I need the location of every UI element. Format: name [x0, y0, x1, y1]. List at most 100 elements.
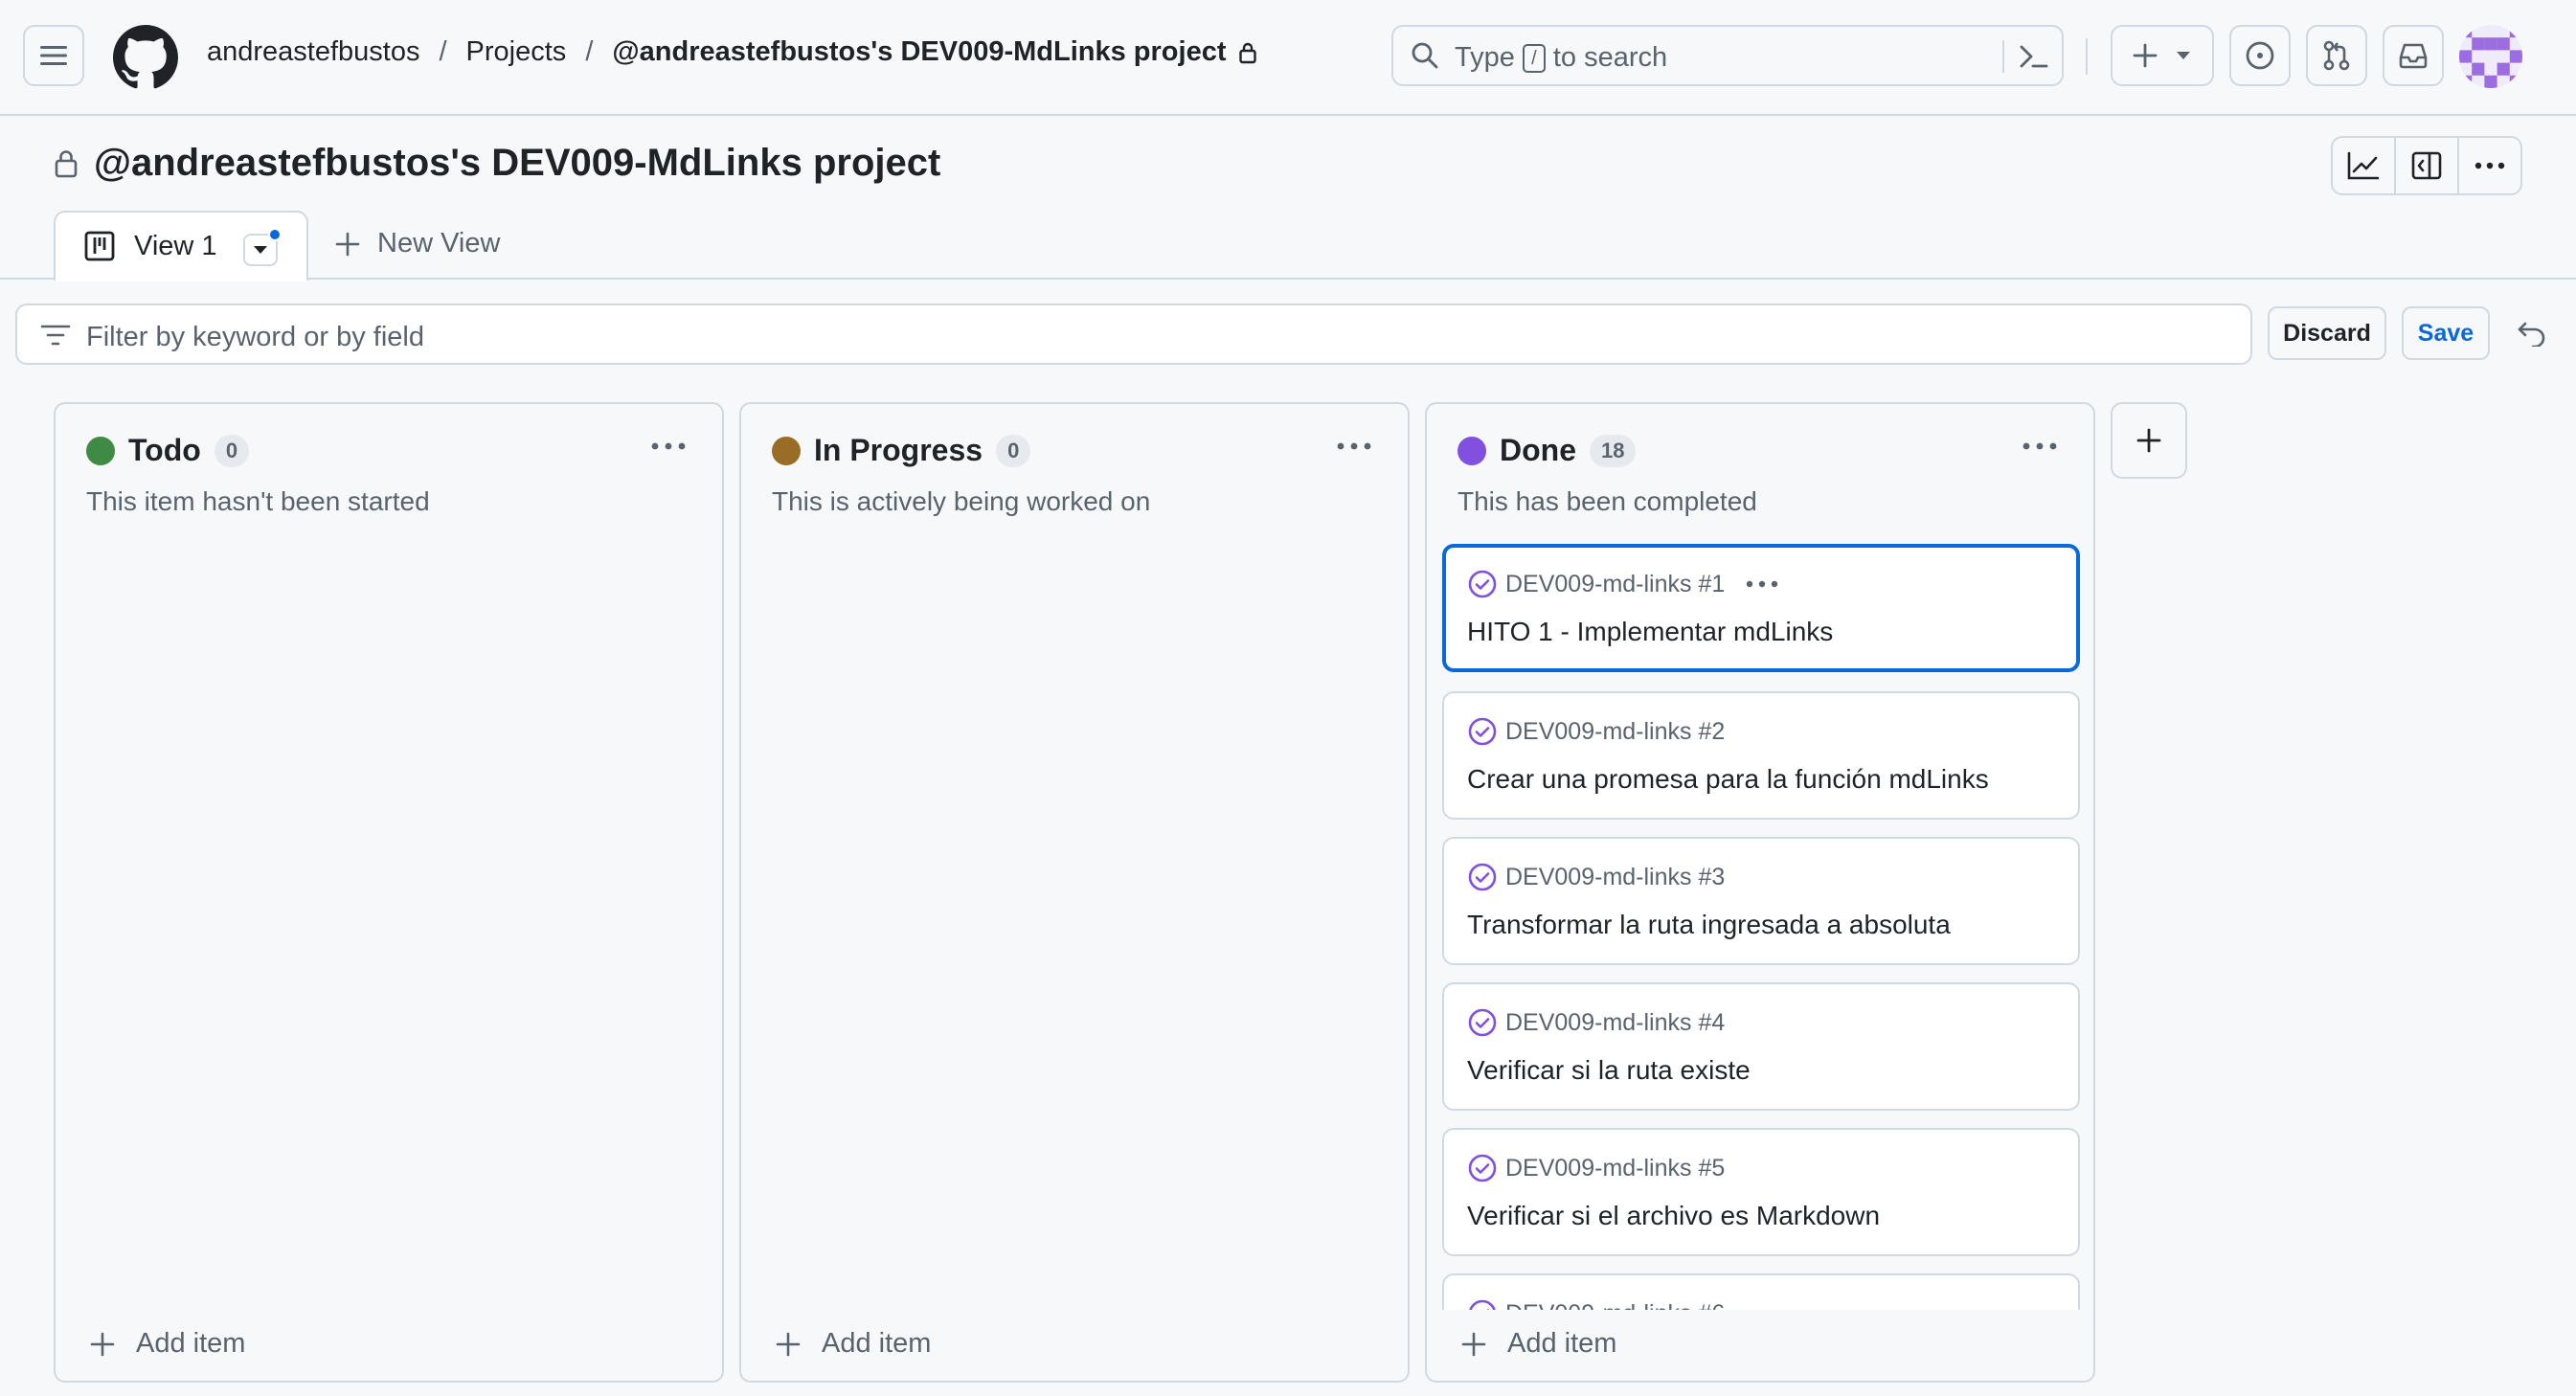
- status-color-dot: [1457, 436, 1486, 465]
- issue-card[interactable]: DEV009-md-links #4 Verificar si la ruta …: [1442, 982, 2080, 1111]
- card-reference[interactable]: DEV009-md-links #3: [1505, 864, 1725, 891]
- card-meta: DEV009-md-links #4: [1467, 1007, 1725, 1038]
- tab-view-1[interactable]: View 1: [54, 211, 308, 281]
- add-item-button[interactable]: Add item: [90, 1328, 245, 1360]
- divider: [2002, 40, 2004, 73]
- card-meta: DEV009-md-links #1: [1467, 569, 1778, 599]
- column-title: Done: [1500, 433, 1576, 467]
- column-header: Todo 0: [86, 433, 250, 468]
- github-logo-icon[interactable]: [113, 25, 178, 90]
- search-placeholder: Type / to search: [1455, 42, 1667, 74]
- plus-icon: [335, 232, 360, 256]
- column-description: This has been completed: [1457, 486, 1757, 516]
- add-item-button[interactable]: Add item: [776, 1328, 931, 1360]
- filter-placeholder: Filter by keyword or by field: [86, 322, 424, 352]
- page-title: @andreastefbustos's DEV009-MdLinks proje…: [94, 142, 941, 184]
- issue-card[interactable]: DEV009-md-links #3 Transformar la ruta i…: [1442, 837, 2080, 965]
- card-title[interactable]: Verificar si la ruta existe: [1467, 1055, 1751, 1086]
- card-reference[interactable]: DEV009-md-links #1: [1505, 571, 1725, 598]
- plus-icon: [2136, 428, 2161, 453]
- card-reference[interactable]: DEV009-md-links #6: [1505, 1300, 1725, 1311]
- card-title[interactable]: Crear una promesa para la función mdLink…: [1467, 764, 1989, 795]
- sidebar-icon: [2411, 151, 2442, 180]
- card-title[interactable]: Transformar la ruta ingresada a absoluta: [1467, 910, 1951, 940]
- search-shortcut-key: /: [1522, 43, 1546, 73]
- pull-requests-button[interactable]: [2306, 25, 2367, 86]
- column-description: This item hasn't been started: [86, 486, 430, 516]
- card-title[interactable]: Verificar si el archivo es Markdown: [1467, 1201, 1880, 1231]
- insights-button[interactable]: [2333, 138, 2396, 193]
- new-view-label: New View: [377, 228, 501, 259]
- graph-icon: [2347, 151, 2380, 180]
- status-color-dot: [772, 436, 801, 465]
- issue-card[interactable]: DEV009-md-links #1 HITO 1 - Implementar …: [1442, 544, 2080, 672]
- breadcrumb-owner[interactable]: andreastefbustos: [207, 36, 419, 68]
- add-item-label: Add item: [822, 1328, 932, 1359]
- card-reference[interactable]: DEV009-md-links #5: [1505, 1155, 1725, 1182]
- filter-icon: [40, 325, 71, 346]
- column-menu-icon[interactable]: [2022, 442, 2057, 450]
- column-header: Done 18: [1457, 433, 1637, 468]
- inbox-icon: [2399, 43, 2428, 69]
- caret-down-icon: [2177, 52, 2190, 59]
- divider: [2086, 38, 2088, 75]
- more-options-button[interactable]: [2459, 138, 2520, 193]
- card-menu-icon[interactable]: [1746, 580, 1778, 588]
- column-count-badge: 0: [996, 434, 1031, 467]
- hamburger-menu-button[interactable]: [23, 25, 84, 86]
- side-panel-button[interactable]: [2396, 138, 2459, 193]
- breadcrumb-projects[interactable]: Projects: [466, 36, 567, 68]
- filter-input[interactable]: Filter by keyword or by field: [15, 304, 2252, 365]
- card-meta: DEV009-md-links #6: [1467, 1298, 1725, 1310]
- save-button[interactable]: Save: [2402, 306, 2490, 360]
- column-todo: Todo 0 This item hasn't been started Add…: [54, 402, 724, 1383]
- lock-icon: [55, 149, 78, 177]
- command-palette-icon[interactable]: [2018, 43, 2048, 70]
- undo-icon[interactable]: [2517, 320, 2547, 347]
- issues-button[interactable]: [2229, 25, 2291, 86]
- inbox-button[interactable]: [2383, 25, 2444, 86]
- tab-view-1-label: View 1: [134, 230, 217, 261]
- status-color-dot: [86, 436, 115, 465]
- issue-card[interactable]: DEV009-md-links #6: [1442, 1273, 2080, 1310]
- triangle-down-icon: [254, 246, 267, 254]
- create-new-button[interactable]: [2111, 25, 2214, 86]
- lock-icon: [1238, 42, 1256, 63]
- pull-request-icon: [2323, 40, 2350, 71]
- breadcrumb-project[interactable]: @andreastefbustos's DEV009-MdLinks proje…: [612, 36, 1226, 68]
- card-list: DEV009-md-links #1 HITO 1 - Implementar …: [1442, 544, 2080, 1310]
- column-in-progress: In Progress 0 This is actively being wor…: [739, 402, 1410, 1383]
- user-avatar[interactable]: [2459, 25, 2522, 88]
- add-column-button[interactable]: [2111, 402, 2187, 479]
- card-reference[interactable]: DEV009-md-links #2: [1505, 718, 1725, 746]
- search-prefix: Type: [1455, 42, 1515, 73]
- breadcrumb-separator: /: [439, 36, 447, 67]
- column-title: In Progress: [814, 433, 983, 467]
- board-icon: [84, 231, 115, 261]
- column-title: Todo: [128, 433, 201, 467]
- card-meta: DEV009-md-links #2: [1467, 716, 1725, 747]
- add-item-label: Add item: [1507, 1328, 1617, 1359]
- add-item-label: Add item: [136, 1328, 246, 1359]
- view-tabs: View 1 New View: [0, 207, 2576, 281]
- search-icon: [1412, 42, 1438, 69]
- column-menu-icon[interactable]: [651, 442, 686, 450]
- plus-icon: [1461, 1332, 1486, 1356]
- search-suffix: to search: [1552, 42, 1668, 73]
- new-view-button[interactable]: New View: [335, 228, 500, 259]
- card-reference[interactable]: DEV009-md-links #4: [1505, 1009, 1725, 1037]
- column-count-badge: 18: [1590, 434, 1637, 467]
- identicon-icon: [2459, 25, 2522, 88]
- breadcrumb: andreastefbustos / Projects / @andreaste…: [207, 36, 1257, 68]
- card-title[interactable]: HITO 1 - Implementar mdLinks: [1467, 617, 1833, 647]
- plus-icon: [2133, 43, 2158, 68]
- column-menu-icon[interactable]: [1337, 442, 1371, 450]
- kebab-horizontal-icon: [2474, 162, 2505, 169]
- discard-button[interactable]: Discard: [2268, 306, 2386, 360]
- search-input[interactable]: Type / to search: [1391, 25, 2064, 86]
- column-done: Done 18 This has been completed DEV009-m…: [1425, 402, 2095, 1383]
- issue-opened-icon: [2246, 41, 2274, 70]
- issue-card[interactable]: DEV009-md-links #5 Verificar si el archi…: [1442, 1128, 2080, 1256]
- issue-card[interactable]: DEV009-md-links #2 Crear una promesa par…: [1442, 691, 2080, 820]
- add-item-button[interactable]: Add item: [1461, 1328, 1616, 1360]
